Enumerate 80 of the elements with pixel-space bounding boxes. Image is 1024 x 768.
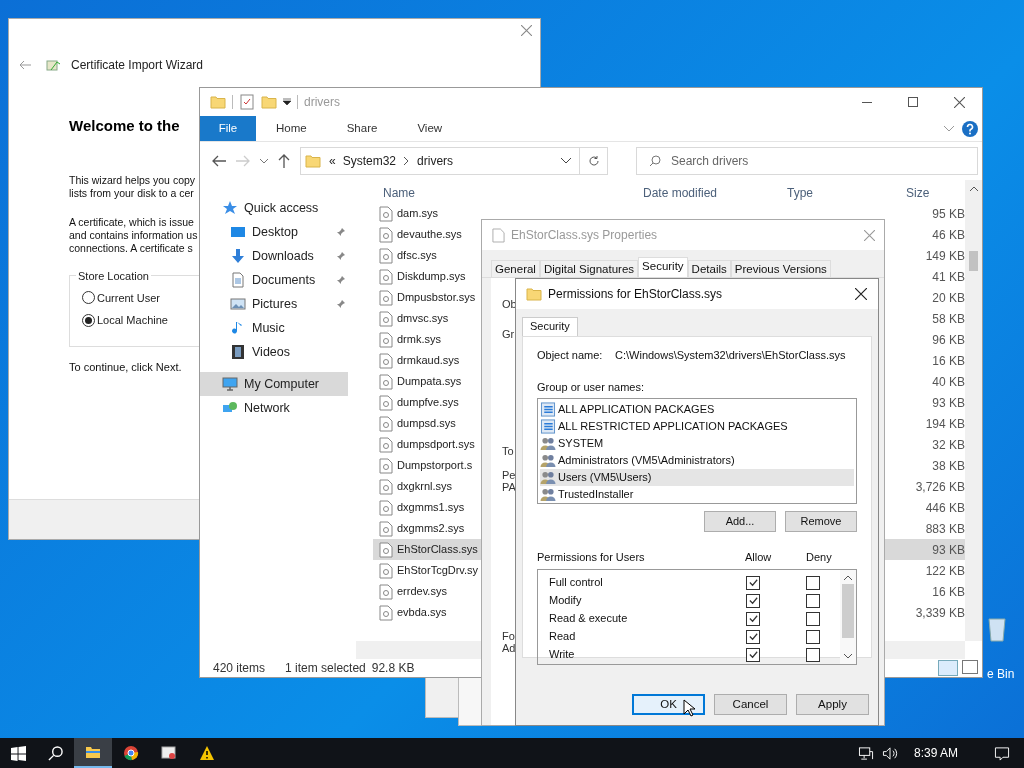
column-header: Deny <box>806 550 832 565</box>
file-name: dxgmms2.sys <box>397 521 465 537</box>
wizard-text: To continue, click Next. <box>69 359 182 375</box>
file-size: 38 KB <box>932 457 965 475</box>
file-name: Diskdump.sys <box>397 269 466 285</box>
permission-name: Modify <box>549 593 583 609</box>
nav-label: Quick access <box>244 199 319 217</box>
nav-label: Desktop <box>252 223 298 241</box>
file-name: devauthe.sys <box>397 227 462 243</box>
file-size: 883 KB <box>925 520 965 538</box>
file-name: errdev.sys <box>397 584 447 600</box>
wizard-title: Certificate Import Wizard <box>71 57 204 74</box>
file-name: Dmpusbstor.sys <box>397 290 476 306</box>
window-title: drivers <box>304 94 340 111</box>
file-name: Dumpata.sys <box>397 374 462 390</box>
file-name: drmkaud.sys <box>397 353 460 369</box>
file-size: 93 KB <box>932 394 965 412</box>
field-label: Permissions for Users <box>537 550 646 565</box>
file-size: 96 KB <box>932 331 965 349</box>
file-name: dxgmms1.sys <box>397 500 465 516</box>
hidden-label: PA <box>502 481 516 493</box>
file-size: 446 KB <box>925 499 965 517</box>
object-path: C:\Windows\System32\drivers\EhStorClass.sys <box>615 348 846 363</box>
hidden-label: Fo <box>502 630 515 642</box>
file-size: 32 KB <box>932 436 965 454</box>
permission-name: Read <box>549 629 577 645</box>
nav-label: Downloads <box>252 247 314 265</box>
file-name: Dumpstorport.s <box>397 458 473 474</box>
file-size: 149 KB <box>925 247 965 265</box>
file-size: 3,726 KB <box>915 478 965 496</box>
wizard-heading: Welcome to the <box>69 116 180 136</box>
file-name: dxgkrnl.sys <box>397 479 453 495</box>
file-name: dmvsc.sys <box>397 311 449 327</box>
hidden-label: Ad <box>502 642 516 654</box>
wizard-text: lists from your disk to a cer <box>69 186 194 200</box>
nav-label: My Computer <box>244 375 320 393</box>
column-header: Allow <box>745 550 773 565</box>
file-name: evbda.sys <box>397 605 447 621</box>
wizard-text: connections. A certificate s <box>69 241 193 255</box>
field-label: Object name: <box>537 348 604 363</box>
hidden-label: To <box>502 445 514 457</box>
file-size: 95 KB <box>932 205 965 223</box>
permission-name: Read & execute <box>549 611 629 627</box>
wizard-text: and contains information us <box>69 228 198 242</box>
wizard-text: This wizard helps you copy <box>69 173 196 187</box>
status-text: 1 item selected <box>285 660 366 677</box>
nav-label: Pictures <box>252 295 298 313</box>
file-size: 93 KB <box>932 541 965 559</box>
nav-label: Documents <box>252 271 316 289</box>
field-label: Group or user names: <box>537 379 645 395</box>
file-size: 46 KB <box>932 226 965 244</box>
dialog-title: Permissions for EhStorClass.sys <box>548 286 723 303</box>
file-size: 41 KB <box>932 268 965 286</box>
file-name: dam.sys <box>397 206 438 222</box>
file-size: 3,339 KB <box>915 604 965 622</box>
file-size: 16 KB <box>932 352 965 370</box>
file-name: EhStorClass.sys <box>397 542 478 558</box>
nav-label: Music <box>252 319 285 337</box>
status-text: 92.8 KB <box>371 660 415 677</box>
permission-name: Full control <box>549 575 604 591</box>
file-size: 20 KB <box>932 289 965 307</box>
file-name: dfsc.sys <box>397 248 437 264</box>
status-text: 420 items <box>213 660 266 677</box>
file-size: 16 KB <box>932 583 965 601</box>
file-name: dumpsd.sys <box>397 416 456 432</box>
file-name: drmk.sys <box>397 332 441 348</box>
hidden-label: Gr <box>502 328 515 340</box>
file-size: 194 KB <box>925 415 965 433</box>
permission-name: Write <box>549 647 576 663</box>
file-name: EhStorTcgDrv.sy <box>397 563 479 579</box>
dialog-title: EhStorClass.sys Properties <box>511 227 658 244</box>
nav-label: Videos <box>252 343 290 361</box>
wizard-text: A certificate, which is issue <box>69 215 194 229</box>
file-name: dumpsdport.sys <box>397 437 475 453</box>
hidden-label: Pe <box>502 469 516 481</box>
file-size: 58 KB <box>932 310 965 328</box>
file-name: dumpfve.sys <box>397 395 459 411</box>
nav-label: Network <box>244 399 290 417</box>
file-size: 40 KB <box>932 373 965 391</box>
file-size: 122 KB <box>925 562 965 580</box>
